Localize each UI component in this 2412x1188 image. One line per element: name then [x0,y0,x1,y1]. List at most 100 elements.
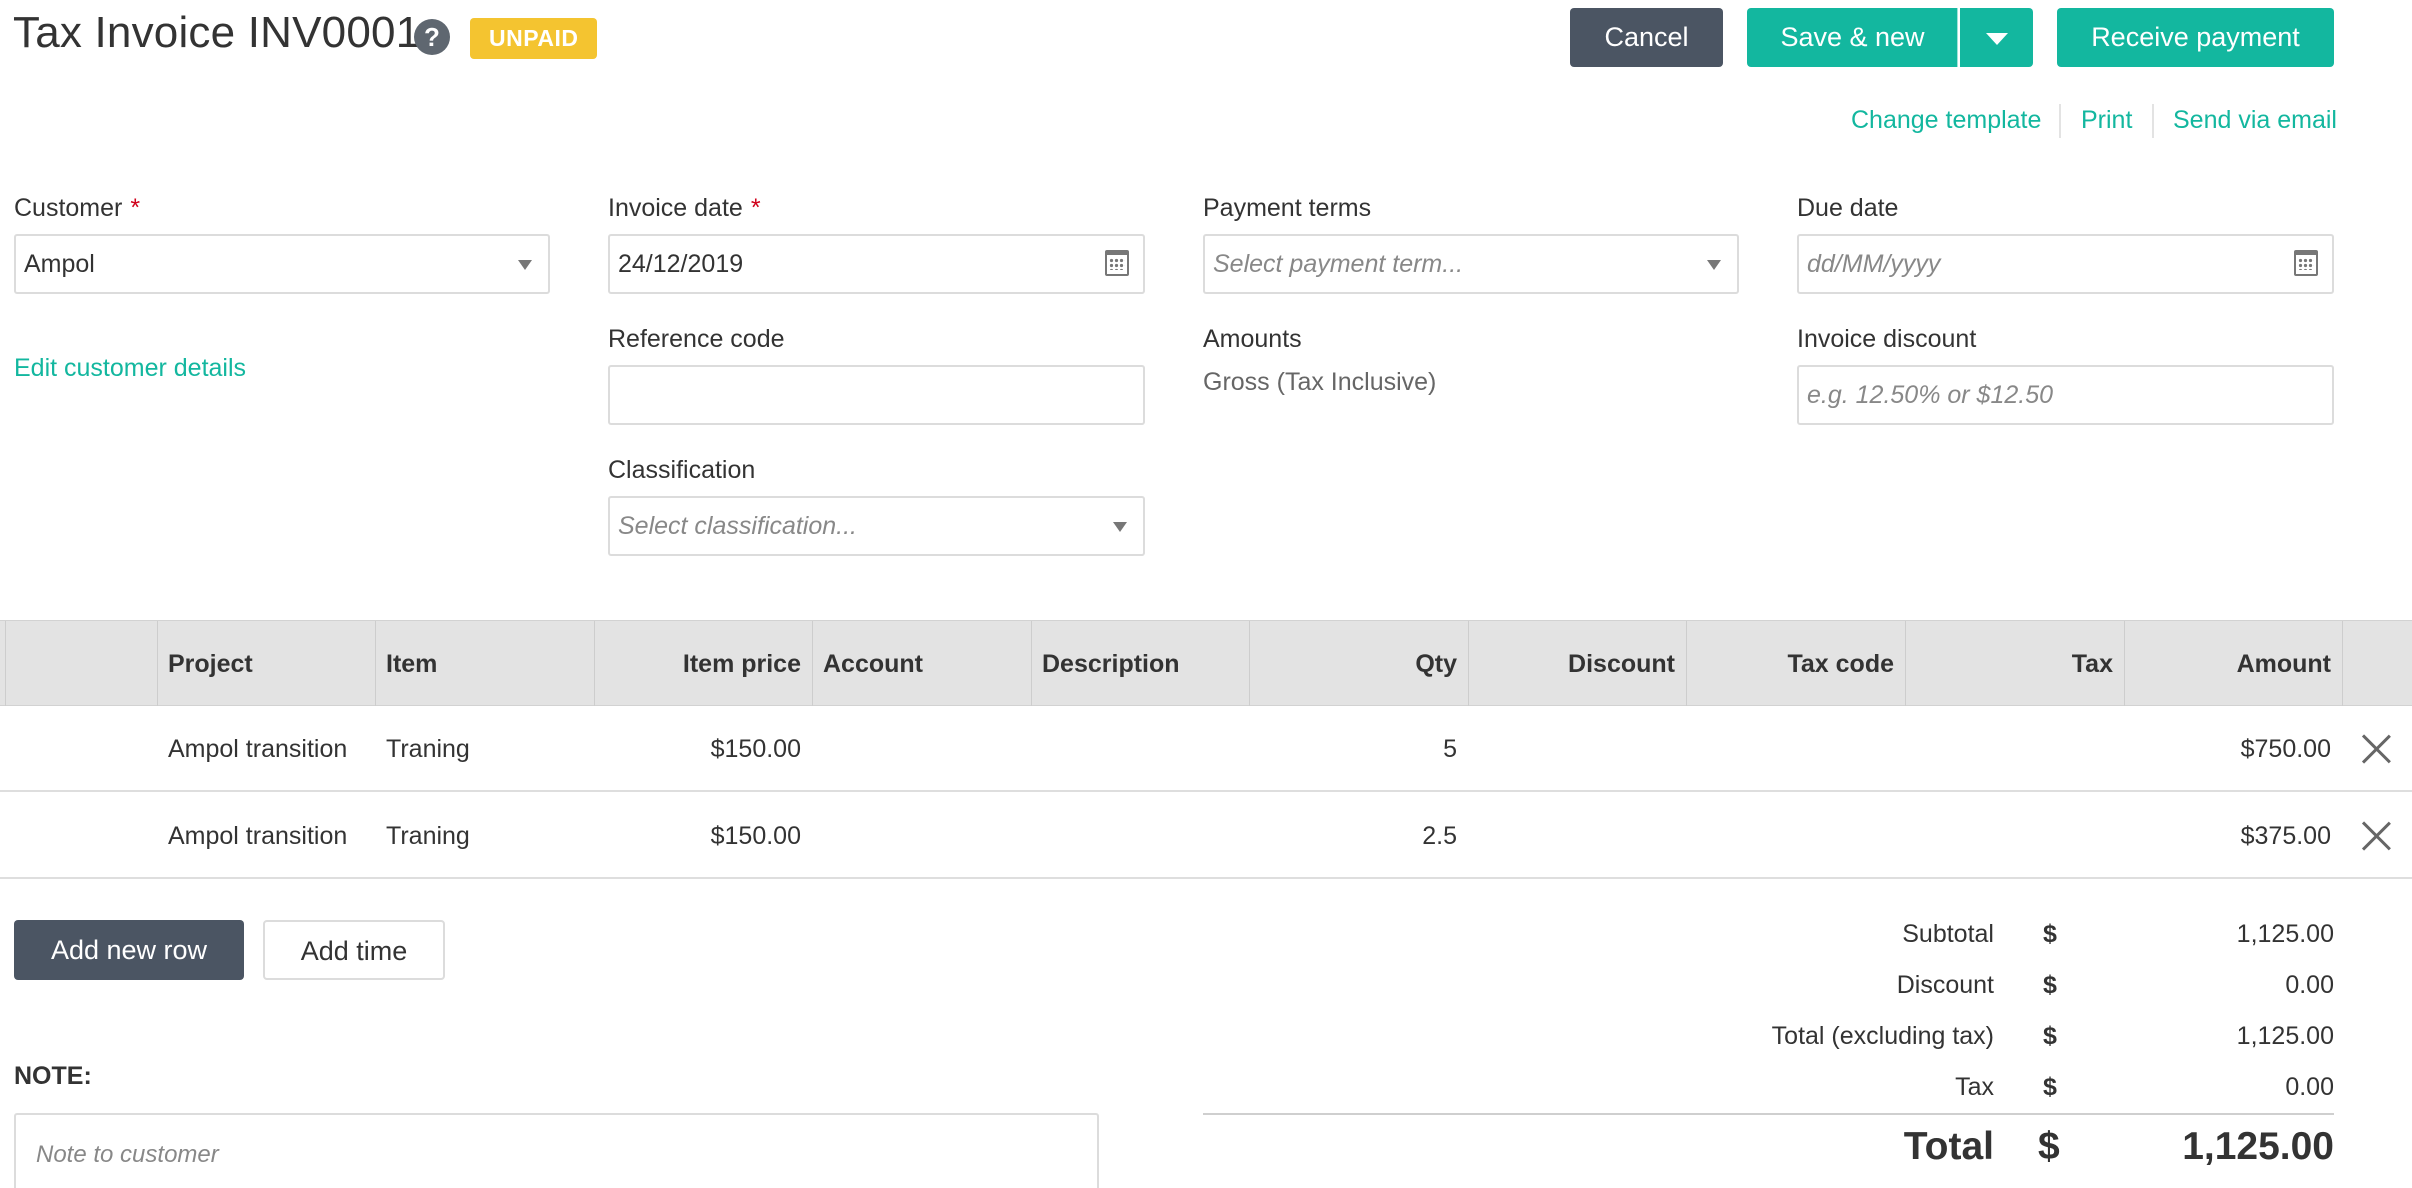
cell-amount[interactable]: $750.00 [2135,706,2331,792]
reference-code-input[interactable] [608,365,1145,425]
cell-project[interactable]: Ampol transition [168,706,347,792]
column-divider [1686,621,1687,707]
calendar-icon[interactable] [2294,250,2318,276]
amounts-label: Amounts [1203,325,1302,353]
grand-total-label: Total [1903,1125,1994,1168]
cell-tax-code[interactable] [1697,706,1894,792]
due-date-field[interactable]: dd/MM/yyyy [1797,234,2334,294]
cell-item-price[interactable]: $150.00 [605,706,801,792]
page-title: Tax Invoice INV0001 [13,8,421,57]
column-header-description[interactable]: Description [1042,621,1180,707]
payment-terms-select[interactable]: Select payment term... [1203,234,1739,294]
classification-select[interactable]: Select classification... [608,496,1145,556]
currency-symbol: $ [2043,920,2057,948]
invoice-discount-placeholder: e.g. 12.50% or $12.50 [1807,381,2054,409]
calendar-icon[interactable] [1105,250,1129,276]
column-header-amount[interactable]: Amount [2135,621,2331,707]
cell-item-price[interactable]: $150.00 [605,793,801,879]
invoice-date-field[interactable]: 24/12/2019 [608,234,1145,294]
column-header-account[interactable]: Account [823,621,923,707]
link-divider [2059,104,2061,138]
cell-tax-code[interactable] [1697,793,1894,879]
status-badge: UNPAID [470,18,598,59]
grand-total-value: 1,125.00 [2182,1125,2334,1168]
column-header-qty[interactable]: Qty [1260,621,1457,707]
column-divider [157,621,158,707]
add-time-button[interactable]: Add time [263,920,445,980]
cell-project[interactable]: Ampol transition [168,793,347,879]
note-to-customer-textarea[interactable]: Note to customer [14,1113,1099,1188]
column-header-project[interactable]: Project [168,621,253,707]
column-header-item-price[interactable]: Item price [605,621,801,707]
subtotal-value: 1,125.00 [2236,920,2334,948]
cell-tax[interactable] [1916,706,2113,792]
column-header-tax[interactable]: Tax [1916,621,2113,707]
edit-customer-details-link[interactable]: Edit customer details [14,354,246,383]
cancel-button[interactable]: Cancel [1570,8,1723,67]
column-divider [1468,621,1469,707]
payment-terms-placeholder: Select payment term... [1213,250,1464,278]
tax-total-value: 0.00 [2285,1073,2334,1101]
totals-divider [1203,1113,2334,1115]
total-excluding-tax-value: 1,125.00 [2236,1022,2334,1050]
chevron-down-icon [1985,32,2008,45]
send-via-email-link[interactable]: Send via email [2173,106,2337,135]
link-divider [2152,104,2154,138]
discount-total-value: 0.00 [2285,971,2334,999]
column-header-tax-code[interactable]: Tax code [1697,621,1894,707]
table-row[interactable]: Ampol transition Traning $150.00 2.5 $37… [0,793,2412,879]
table-row[interactable]: Ampol transition Traning $150.00 5 $750.… [0,706,2412,792]
note-placeholder: Note to customer [36,1141,219,1168]
delete-row-icon[interactable] [2361,821,2391,851]
invoice-date-label: Invoice date * [608,194,761,222]
column-divider [1031,621,1032,707]
change-template-link[interactable]: Change template [1851,106,2041,135]
column-divider [1905,621,1906,707]
customer-select[interactable]: Ampol [14,234,550,294]
save-and-new-button[interactable]: Save & new [1747,8,1958,67]
currency-symbol: $ [2038,1125,2060,1168]
total-excluding-tax-label: Total (excluding tax) [1771,1022,1994,1050]
invoice-date-value: 24/12/2019 [618,250,744,278]
column-divider [2342,621,2343,707]
classification-label: Classification [608,456,756,484]
cell-discount[interactable] [1479,706,1675,792]
classification-placeholder: Select classification... [618,512,857,540]
column-divider [812,621,813,707]
cell-qty[interactable]: 2.5 [1260,793,1457,879]
save-options-dropdown-button[interactable] [1960,8,2033,67]
amounts-value: Gross (Tax Inclusive) [1203,368,1437,396]
column-header-discount[interactable]: Discount [1479,621,1675,707]
help-icon[interactable]: ? [414,19,450,55]
line-items-table-header: Project Item Item price Account Descript… [0,620,2412,707]
payment-terms-label: Payment terms [1203,194,1372,222]
discount-total-label: Discount [1896,971,1994,999]
column-divider [594,621,595,707]
dropdown-caret-icon [1113,522,1127,532]
invoice-discount-label: Invoice discount [1797,325,1977,353]
column-divider [2124,621,2125,707]
currency-symbol: $ [2043,1022,2057,1050]
reference-code-label: Reference code [608,325,785,353]
due-date-placeholder: dd/MM/yyyy [1807,250,1941,278]
dropdown-caret-icon [518,260,532,270]
tax-total-label: Tax [1955,1073,1994,1101]
cell-discount[interactable] [1479,793,1675,879]
cell-item[interactable]: Traning [386,793,470,879]
due-date-label: Due date [1797,194,1899,222]
customer-value: Ampol [24,250,95,278]
cell-qty[interactable]: 5 [1260,706,1457,792]
cell-tax[interactable] [1916,793,2113,879]
currency-symbol: $ [2043,1073,2057,1101]
add-new-row-button[interactable]: Add new row [14,920,244,980]
subtotal-label: Subtotal [1902,920,1994,948]
dropdown-caret-icon [1707,260,1721,270]
invoice-discount-input[interactable]: e.g. 12.50% or $12.50 [1797,365,2334,425]
column-divider [5,621,6,707]
column-header-item[interactable]: Item [386,621,437,707]
cell-item[interactable]: Traning [386,706,470,792]
print-link[interactable]: Print [2081,106,2132,135]
receive-payment-button[interactable]: Receive payment [2057,8,2334,67]
cell-amount[interactable]: $375.00 [2135,793,2331,879]
delete-row-icon[interactable] [2361,734,2391,764]
